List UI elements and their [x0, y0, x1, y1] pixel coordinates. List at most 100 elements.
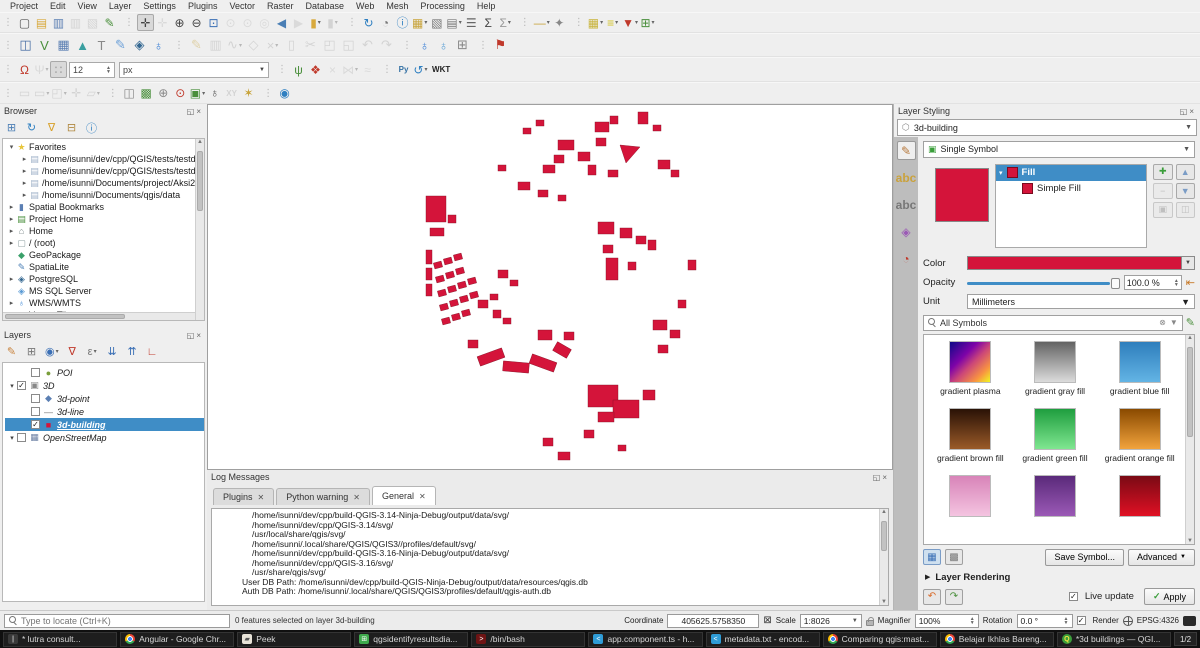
- taskbar-metadata-txt-encod-[interactable]: <metadata.txt - encod...: [706, 632, 820, 647]
- layer-visibility-checkbox[interactable]: [31, 407, 40, 416]
- zoom-native-icon[interactable]: ◎: [256, 14, 273, 31]
- log-tab-python-warning[interactable]: Python warning✕: [276, 488, 370, 505]
- render-checkbox[interactable]: ✓: [1077, 616, 1086, 625]
- browser-item--home-isunni-dev-cpp-qgis-tests-testdata[interactable]: ▸▤/home/isunni/dev/cpp/QGIS/tests/testda…: [5, 153, 204, 165]
- select-by-form-icon[interactable]: ▤: [445, 14, 462, 31]
- taskbar--bin-bash[interactable]: >/bin/bash: [471, 632, 585, 647]
- filter-map-legend-icon[interactable]: ▼: [621, 14, 639, 31]
- view-3d-tab-icon[interactable]: ◈: [897, 222, 916, 241]
- manage-map-themes-icon[interactable]: ◉: [44, 344, 60, 359]
- browser-item-wms-wmts[interactable]: ▸♁WMS/WMTS: [5, 297, 204, 309]
- log-tab-general[interactable]: General✕: [372, 486, 436, 505]
- taskbar-app-component-ts-h-[interactable]: <app.component.ts - h...: [588, 632, 702, 647]
- mask-tab-icon[interactable]: abc: [893, 195, 920, 214]
- remove-symbol-layer-button[interactable]: −: [1153, 183, 1173, 199]
- expander-icon[interactable]: ▸: [7, 227, 16, 235]
- symbol-search-box[interactable]: All Symbols ⊗▼: [923, 315, 1183, 331]
- style-manager-icon[interactable]: ✎: [101, 14, 118, 31]
- layer-rendering-section[interactable]: ▶ Layer Rendering: [923, 566, 1195, 585]
- expander-icon[interactable]: ▸: [7, 203, 16, 211]
- deselect-features-icon[interactable]: ▧: [428, 14, 445, 31]
- expander-icon[interactable]: ▾: [7, 143, 16, 151]
- toggle-editing-icon[interactable]: ✎: [187, 36, 206, 55]
- remove-layer-icon[interactable]: ∟: [145, 344, 160, 359]
- lock-scale-icon[interactable]: [866, 620, 874, 626]
- open-project-icon[interactable]: ▤: [33, 14, 50, 31]
- taskbar-angular-google-chr-[interactable]: Angular - Google Chr...: [120, 632, 234, 647]
- layer-visibility-checkbox[interactable]: [31, 368, 40, 377]
- extents-icon[interactable]: ⊠: [763, 615, 771, 626]
- select-features-icon[interactable]: ▦: [411, 14, 428, 31]
- menu-raster[interactable]: Raster: [261, 1, 300, 11]
- topological-editing-icon[interactable]: ψ: [290, 61, 307, 78]
- filter-legend-icon[interactable]: ∇: [65, 344, 80, 359]
- paste-features-icon[interactable]: ◱: [339, 36, 358, 55]
- copy-style-icon[interactable]: ◫: [121, 85, 138, 102]
- layer-visibility-checkbox[interactable]: ✓: [17, 381, 26, 390]
- self-snapping-icon[interactable]: ⋈: [341, 61, 359, 78]
- list-view-button[interactable]: ▩: [945, 549, 963, 565]
- menu-vector[interactable]: Vector: [223, 1, 261, 11]
- browser-item--home-isunni-documents-project-aksi2-ro[interactable]: ▸▤/home/isunni/Documents/project/Aksi2-r…: [5, 177, 204, 189]
- workspace-pager[interactable]: 1/2: [1174, 632, 1197, 646]
- slider-handle[interactable]: [1111, 278, 1120, 289]
- clear-search-icon[interactable]: ⊗: [1159, 318, 1166, 327]
- world-extent-icon[interactable]: ♁: [206, 85, 223, 102]
- float-panel-icon[interactable]: ◱: [187, 107, 197, 116]
- styling-layer-combo[interactable]: ⬡ 3d-building ▼: [897, 119, 1197, 136]
- locator-search[interactable]: [4, 614, 230, 628]
- snapping-unit-combo[interactable]: px▼: [119, 62, 269, 78]
- menu-plugins[interactable]: Plugins: [182, 1, 224, 11]
- menu-view[interactable]: View: [72, 1, 103, 11]
- snapping-tolerance-spin[interactable]: 12▲▼: [69, 62, 115, 78]
- expander-icon[interactable]: ▸: [7, 275, 16, 283]
- snap-on-intersection-icon[interactable]: ❖: [307, 61, 324, 78]
- layers-tree[interactable]: ●POI▾✓▣3D◆3d-point—3d-line✓■3d-building▾…: [2, 362, 205, 602]
- trace-offset-icon[interactable]: ≈: [359, 61, 376, 78]
- wkt-tool-icon[interactable]: WKT: [429, 61, 453, 78]
- digitize-segment-icon[interactable]: ∿: [225, 36, 244, 55]
- properties-widget-icon[interactable]: ⓘ: [84, 120, 99, 135]
- collapse-all-layers-icon[interactable]: ⇈: [125, 344, 140, 359]
- expander-icon[interactable]: ▸: [20, 155, 29, 163]
- layer-item-openstreetmap[interactable]: ▾▦OpenStreetMap: [5, 431, 204, 444]
- taskbar--3d-buildings-qgi-[interactable]: Q*3d buildings — QGI...: [1057, 632, 1171, 647]
- project-properties-icon[interactable]: ▧: [84, 14, 101, 31]
- new-spatial-bookmark-icon[interactable]: ▩: [138, 85, 155, 102]
- close-tab-icon[interactable]: ✕: [419, 492, 426, 501]
- add-feature-icon[interactable]: ◇: [244, 36, 263, 55]
- locator-input[interactable]: [21, 616, 225, 626]
- layer-item-3d[interactable]: ▾✓▣3D: [5, 379, 204, 392]
- gallery-vertical-scrollbar[interactable]: ▲▼: [1185, 335, 1194, 544]
- chevron-down-icon[interactable]: ▼: [1181, 257, 1194, 269]
- browser-item-project-home[interactable]: ▸▤Project Home: [5, 213, 204, 225]
- tile-layer-icon[interactable]: ⊞: [453, 36, 472, 55]
- change-label-icon[interactable]: ▱: [85, 85, 102, 102]
- undo-style-button[interactable]: ↶: [923, 589, 941, 605]
- symbol-gradient-plasma[interactable]: gradient plasma: [928, 341, 1013, 396]
- close-tab-icon[interactable]: ✕: [258, 493, 265, 502]
- delete-selected-icon[interactable]: ▯: [282, 36, 301, 55]
- add-wms-layer-icon[interactable]: ♁: [149, 36, 168, 55]
- browser-item-geopackage[interactable]: ◆GeoPackage: [5, 249, 204, 261]
- add-spatialite-layer-icon[interactable]: ✎: [111, 36, 130, 55]
- undo-icon[interactable]: ↶: [358, 36, 377, 55]
- zoom-to-selection-icon[interactable]: ⊙: [222, 14, 239, 31]
- expander-icon[interactable]: ▸: [20, 167, 29, 175]
- browser-item-postgresql[interactable]: ▸◈PostgreSQL: [5, 273, 204, 285]
- redo-style-button[interactable]: ↷: [945, 589, 963, 605]
- float-panel-icon[interactable]: ◱: [187, 331, 197, 340]
- statistics-icon[interactable]: Σ: [497, 14, 514, 31]
- cut-features-icon[interactable]: ✂: [301, 36, 320, 55]
- icon-view-button[interactable]: ▦: [923, 549, 941, 565]
- selection-handles-icon[interactable]: ▣: [189, 85, 206, 102]
- save-project-as-icon[interactable]: ▥: [67, 14, 84, 31]
- add-selected-layers-icon[interactable]: ⊞: [4, 120, 19, 135]
- browser-vertical-scrollbar[interactable]: ▲: [195, 139, 204, 320]
- layer-item-3d-building[interactable]: ✓■3d-building: [5, 418, 204, 431]
- wcs-globe-icon[interactable]: ♁: [434, 36, 453, 55]
- browser-item-spatialite[interactable]: ✎SpatiaLite: [5, 261, 204, 273]
- taskbar-qgsidentifyresultsdia-[interactable]: ⊞qgsidentifyresultsdia...: [354, 632, 468, 647]
- data-defined-override-icon[interactable]: ⇤: [1186, 276, 1195, 289]
- browser-item-ms-sql-server[interactable]: ◈MS SQL Server: [5, 285, 204, 297]
